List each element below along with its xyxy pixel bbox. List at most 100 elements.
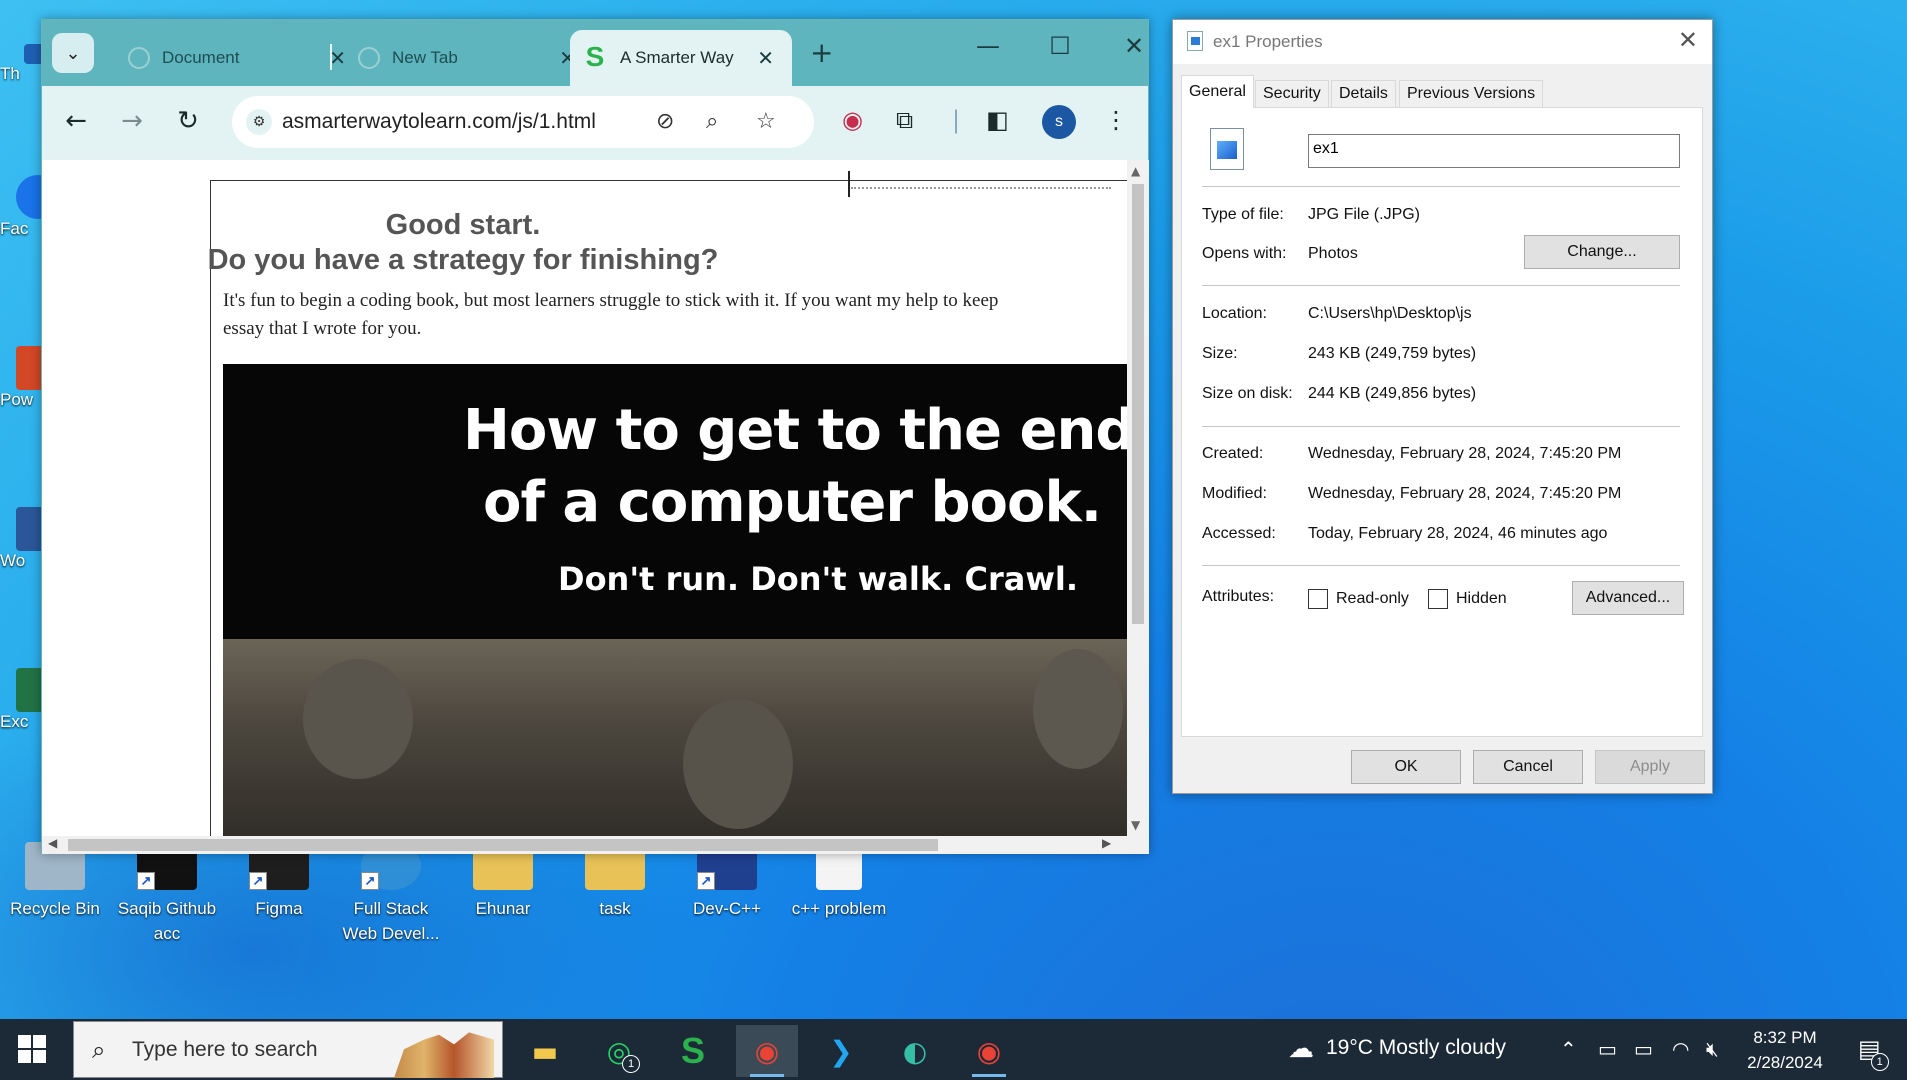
- back-button[interactable]: ←: [58, 106, 94, 136]
- banner-title-line: of a computer book.: [483, 470, 1102, 535]
- scroll-up-icon[interactable]: ▲: [1131, 164, 1140, 178]
- apply-button[interactable]: Apply: [1595, 750, 1705, 784]
- notification-badge: 1: [1870, 1053, 1889, 1071]
- tab-new-tab[interactable]: New Tab ✕: [338, 30, 594, 86]
- taskbar-clock[interactable]: 8:32 PM 2/28/2024: [1735, 1025, 1835, 1075]
- intro-line: essay that I wrote for you.: [223, 318, 422, 339]
- edge-icon: ◐: [902, 1034, 928, 1068]
- extensions-icon[interactable]: ⧉: [896, 106, 913, 134]
- desktop-icon-partial[interactable]: Exc: [0, 668, 44, 732]
- notification-badge: 1: [622, 1055, 640, 1073]
- weather-widget[interactable]: ☁ 19°C Mostly cloudy: [1288, 1033, 1506, 1064]
- advanced-button[interactable]: Advanced...: [1572, 581, 1684, 615]
- vertical-scrollbar[interactable]: ▲ ▼: [1127, 160, 1149, 836]
- cloudy-weather-icon: ☁: [1288, 1033, 1314, 1063]
- crawl-banner-image[interactable]: How to get to the end of a computer book…: [223, 364, 1127, 836]
- page-heading: Good start.: [385, 209, 541, 241]
- tab-details[interactable]: Details: [1331, 80, 1396, 107]
- close-icon[interactable]: ✕: [757, 46, 774, 71]
- windows-logo-icon: [18, 1035, 31, 1048]
- taskbar-chrome-profile[interactable]: ◉: [958, 1025, 1020, 1077]
- address-bar[interactable]: ⚙ asmarterwaytolearn.com/js/1.html ⊘ ⌕ ☆: [232, 96, 814, 148]
- size-value: 243 KB (249,759 bytes): [1308, 345, 1477, 362]
- taskbar: ⌕ Type here to search ▬ ◎ 1 S ◉ ❯ ◐ ◉ ☁ 1…: [0, 1019, 1907, 1080]
- horizontal-scrollbar[interactable]: ◀ ▶: [42, 836, 1149, 854]
- close-window-button[interactable]: ✕: [1114, 32, 1154, 60]
- taskbar-file-explorer[interactable]: ▬: [514, 1025, 576, 1077]
- volume-muted-icon[interactable]: 🔇︎: [1706, 1037, 1719, 1061]
- desktop-icon-github[interactable]: ↗ Saqib Github acc: [112, 842, 222, 946]
- change-button[interactable]: Change...: [1524, 235, 1680, 269]
- reload-button[interactable]: ↻: [170, 106, 206, 136]
- desktop-icon-partial[interactable]: Fac: [0, 175, 44, 239]
- general-panel: ex1 Type of file: JPG File (.JPG) Opens …: [1181, 107, 1703, 737]
- arrow-right-icon: →: [121, 106, 143, 136]
- type-value: JPG File (.JPG): [1308, 206, 1421, 223]
- site-info-icon[interactable]: ⚙: [246, 109, 272, 135]
- bookmark-star-icon[interactable]: ☆: [756, 109, 776, 134]
- desktop-icon-label: Dev-C++: [692, 899, 762, 918]
- scroll-left-icon[interactable]: ◀: [48, 836, 57, 850]
- wifi-icon[interactable]: ◠: [1672, 1037, 1689, 1061]
- menu-kebab-icon[interactable]: ⋮: [1104, 106, 1128, 134]
- tab-search-button[interactable]: ⌄: [52, 33, 94, 73]
- cancel-button[interactable]: Cancel: [1473, 750, 1583, 784]
- scrollbar-thumb[interactable]: [68, 839, 938, 851]
- taskbar-vscode[interactable]: ❯: [810, 1025, 872, 1077]
- ok-button[interactable]: OK: [1351, 750, 1461, 784]
- properties-dialog: ex1 Properties ✕ General Security Detail…: [1172, 19, 1713, 794]
- hidden-checkbox[interactable]: [1428, 589, 1448, 609]
- maximize-icon: ☐: [1049, 32, 1071, 60]
- scrollbar-thumb[interactable]: [1132, 184, 1144, 624]
- side-panel-icon[interactable]: ◧: [986, 106, 1009, 134]
- desktop-icon-label: Ehunar: [475, 899, 531, 918]
- readonly-checkbox[interactable]: [1308, 589, 1328, 609]
- url-text[interactable]: asmarterwaytolearn.com/js/1.html: [282, 110, 596, 134]
- notification-center-button[interactable]: ▤ 1: [1858, 1035, 1889, 1071]
- taskbar-chrome[interactable]: ◉: [736, 1025, 798, 1077]
- desktop-icon-partial[interactable]: Pow: [0, 346, 44, 410]
- close-icon[interactable]: ✕: [1678, 26, 1698, 55]
- readonly-label[interactable]: Read-only: [1336, 590, 1409, 608]
- start-button[interactable]: [18, 1035, 46, 1063]
- camera-off-icon[interactable]: ⊘: [656, 109, 674, 134]
- taskbar-smarter-way[interactable]: S: [662, 1025, 724, 1077]
- battery-icon[interactable]: ▭: [1634, 1037, 1653, 1061]
- new-tab-button[interactable]: +: [810, 36, 833, 69]
- desktop-icon-label: Pow: [0, 390, 34, 409]
- tab-document[interactable]: Document ✕: [108, 30, 364, 86]
- filename-input[interactable]: ex1: [1308, 134, 1680, 168]
- zoom-icon[interactable]: ⌕: [706, 109, 718, 134]
- tab-previous-versions[interactable]: Previous Versions: [1399, 80, 1544, 107]
- desktop-icon-full-stack[interactable]: ↗ Full Stack Web Devel...: [336, 842, 446, 946]
- desktop-icon-partial[interactable]: Th: [0, 44, 44, 84]
- chevron-up-icon[interactable]: ⌃: [1560, 1037, 1577, 1061]
- hidden-label[interactable]: Hidden: [1456, 590, 1507, 608]
- scroll-right-icon[interactable]: ▶: [1102, 836, 1111, 850]
- forward-button[interactable]: →: [114, 106, 150, 136]
- scroll-down-icon[interactable]: ▼: [1131, 818, 1140, 832]
- taskbar-edge[interactable]: ◐: [884, 1025, 946, 1077]
- page-content: Good start. Do you have a strategy for f…: [208, 171, 1127, 836]
- tab-a-smarter-way[interactable]: S A Smarter Way ✕: [570, 30, 792, 86]
- meet-now-icon[interactable]: ▭: [1598, 1037, 1617, 1061]
- smarter-way-icon: S: [680, 1030, 705, 1071]
- minimize-button[interactable]: —: [968, 32, 1008, 60]
- divider: [1202, 565, 1680, 566]
- taskbar-search[interactable]: ⌕ Type here to search: [73, 1021, 503, 1078]
- accessed-label: Accessed:: [1202, 525, 1276, 542]
- word-icon: [16, 507, 44, 551]
- size-label: Size:: [1202, 345, 1238, 362]
- desktop-icon-partial[interactable]: Wo: [0, 507, 44, 571]
- profile-avatar[interactable]: s: [1042, 105, 1076, 139]
- maximize-button[interactable]: ☐: [1040, 32, 1080, 60]
- record-extension-icon[interactable]: ◉: [842, 106, 863, 134]
- tab-general[interactable]: General: [1181, 75, 1254, 108]
- created-label: Created:: [1202, 445, 1264, 462]
- chrome-icon: ◉: [976, 1034, 1002, 1068]
- taskbar-whatsapp[interactable]: ◎ 1: [588, 1025, 650, 1077]
- divider: [1202, 186, 1680, 187]
- desktop-icon-label: Full Stack Web Devel...: [342, 899, 440, 943]
- desktop-icon-label: Th: [0, 64, 20, 83]
- tab-security[interactable]: Security: [1255, 80, 1329, 107]
